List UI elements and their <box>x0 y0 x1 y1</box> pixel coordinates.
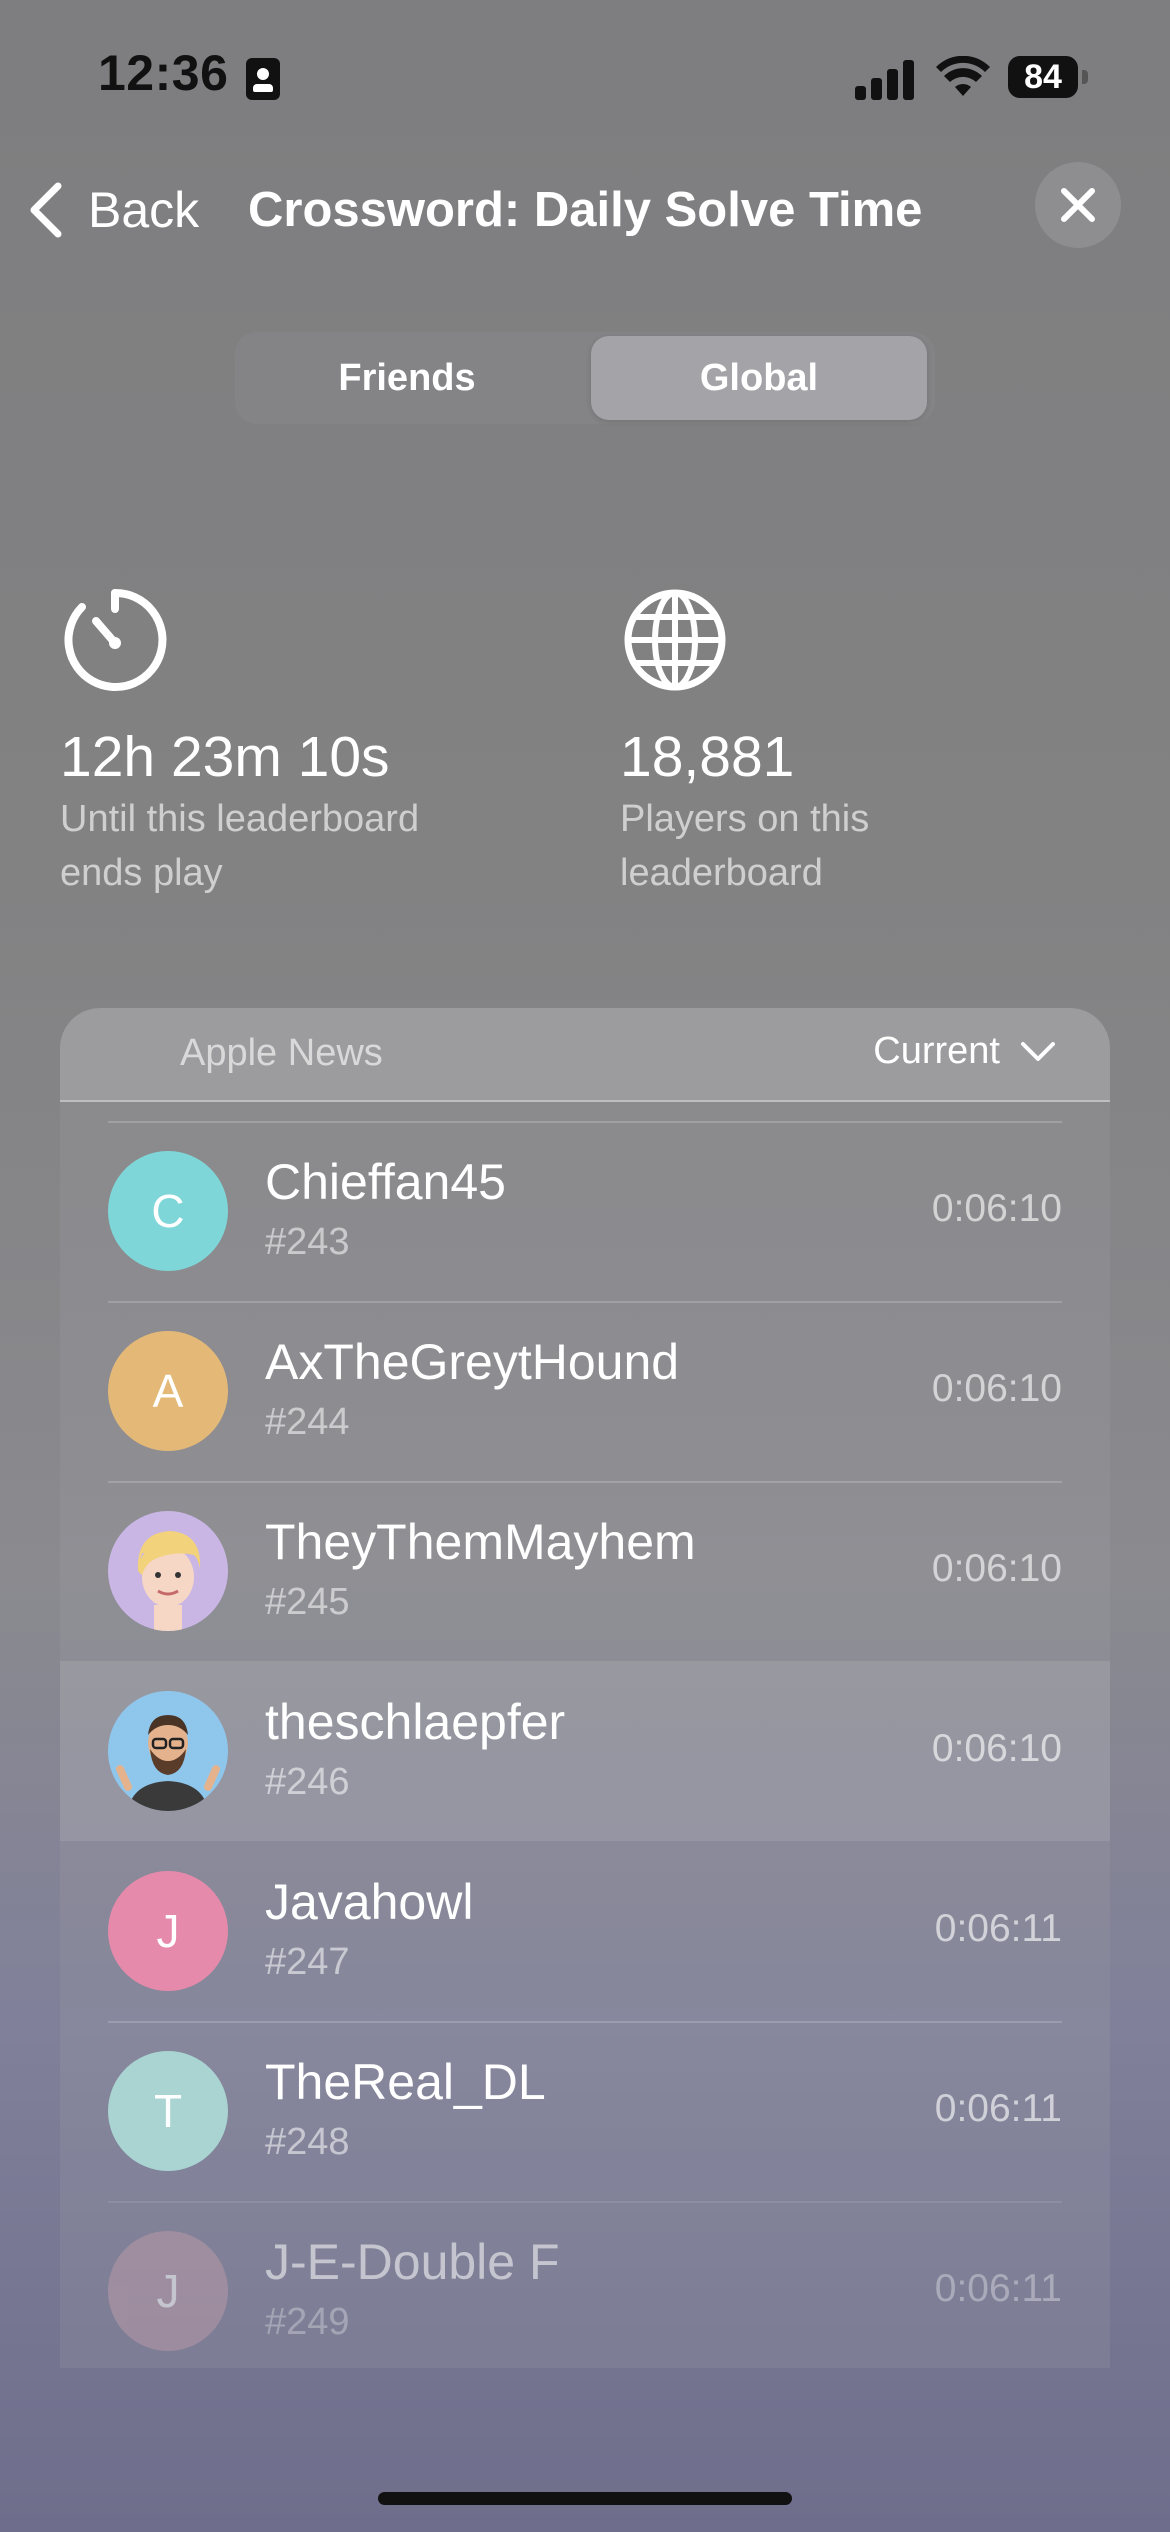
avatar: J <box>108 2231 228 2351</box>
player-name: AxTheGreytHound <box>265 1334 680 1390</box>
players-value: 18,881 <box>620 725 795 789</box>
status-bar: 12:36 84 <box>0 0 1170 150</box>
player-name: Javahowl <box>265 1874 474 1930</box>
avatar: T <box>108 2051 228 2171</box>
leaderboard-row[interactable]: TheyThemMayhem #245 0:06:10 <box>60 1481 1110 1661</box>
close-icon <box>1061 188 1095 222</box>
player-name: TheyThemMayhem <box>265 1514 696 1570</box>
solve-time: 0:06:11 <box>934 1907 1062 1950</box>
memoji-bearded-shrug-icon <box>116 1715 220 1811</box>
navigation-bar: Back Crossword: Daily Solve Time <box>0 160 1170 260</box>
player-rank: #245 <box>265 1581 350 1623</box>
leaderboard-row[interactable]: A AxTheGreytHound #244 0:06:10 <box>60 1301 1110 1481</box>
players-stat: 18,881 Players on this leaderboard <box>620 585 1080 900</box>
solve-time: 0:06:10 <box>931 1547 1062 1590</box>
status-time: 12:36 <box>98 45 229 101</box>
solve-time: 0:06:10 <box>931 1727 1062 1770</box>
period-filter-label: Current <box>873 1030 1000 1072</box>
memoji-blonde-icon <box>137 1531 201 1631</box>
solve-time: 0:06:10 <box>931 1367 1062 1410</box>
home-indicator <box>378 2492 792 2505</box>
avatar: J <box>108 1871 228 1991</box>
solve-time: 0:06:10 <box>931 1187 1062 1230</box>
timer-icon <box>64 588 167 691</box>
countdown-caption-line: Until this leaderboard <box>60 798 420 840</box>
countdown-stat: 12h 23m 10s Until this leaderboard ends … <box>60 585 520 900</box>
period-filter-button[interactable]: Current <box>873 1030 1056 1073</box>
leaderboard-list: C Chieffan45 #243 0:06:10 A AxTheGreytHo… <box>60 1121 1110 2368</box>
cellular-signal-icon <box>855 58 915 100</box>
player-rank: #243 <box>265 1221 350 1263</box>
battery-level: 84 <box>1008 56 1078 98</box>
segment-friends[interactable]: Friends <box>239 336 575 420</box>
segment-global[interactable]: Global <box>591 336 927 420</box>
chevron-down-icon <box>1021 1041 1055 1061</box>
battery-icon: 84 <box>1008 56 1088 98</box>
solve-time: 0:06:11 <box>934 2267 1062 2310</box>
avatar: C <box>108 1151 228 1271</box>
leaderboard-row[interactable]: J Javahowl #247 0:06:11 <box>60 1841 1110 2021</box>
memoji-avatar <box>108 1691 228 1811</box>
countdown-caption: Until this leaderboard ends play <box>60 792 520 900</box>
player-name: TheReal_DL <box>265 2054 546 2110</box>
player-name: theschlaepfer <box>265 1694 566 1750</box>
player-name: J-E-Double F <box>265 2234 560 2290</box>
wifi-icon <box>936 56 990 96</box>
players-caption-line: leaderboard <box>620 852 823 894</box>
source-label: Apple News <box>180 1032 383 1074</box>
countdown-caption-line: ends play <box>60 852 223 894</box>
back-button[interactable]: Back <box>24 172 199 248</box>
player-rank: #248 <box>265 2121 350 2163</box>
player-rank: #249 <box>265 2301 350 2343</box>
player-rank: #244 <box>265 1401 350 1443</box>
player-rank: #246 <box>265 1761 350 1803</box>
globe-icon <box>624 589 726 691</box>
leaderboard-row[interactable]: C Chieffan45 #243 0:06:10 <box>60 1121 1110 1301</box>
avatar: A <box>108 1331 228 1451</box>
contact-card-icon <box>246 58 280 100</box>
player-name: Chieffan45 <box>265 1154 506 1210</box>
players-caption: Players on this leaderboard <box>620 792 1080 900</box>
memoji-avatar <box>108 1511 228 1631</box>
leaderboard-header: Apple News Current <box>60 1008 1110 1102</box>
leaderboard-row[interactable]: J J-E-Double F #249 0:06:11 <box>60 2201 1110 2368</box>
scope-segmented-control: Friends Global <box>235 332 935 424</box>
player-rank: #247 <box>265 1941 350 1983</box>
chevron-left-icon <box>30 182 62 238</box>
countdown-value: 12h 23m 10s <box>60 725 390 789</box>
leaderboard-row-current-user[interactable]: theschlaepfer #246 0:06:10 <box>60 1661 1110 1841</box>
page-title: Crossword: Daily Solve Time <box>248 183 923 237</box>
leaderboard-row[interactable]: T TheReal_DL #248 0:06:11 <box>60 2021 1110 2201</box>
close-button[interactable] <box>1035 162 1121 248</box>
solve-time: 0:06:11 <box>934 2087 1062 2130</box>
leaderboard-card: Apple News Current C Chieffan45 #243 0:0… <box>60 1008 1110 2368</box>
players-caption-line: Players on this <box>620 798 870 840</box>
back-label: Back <box>88 182 200 238</box>
